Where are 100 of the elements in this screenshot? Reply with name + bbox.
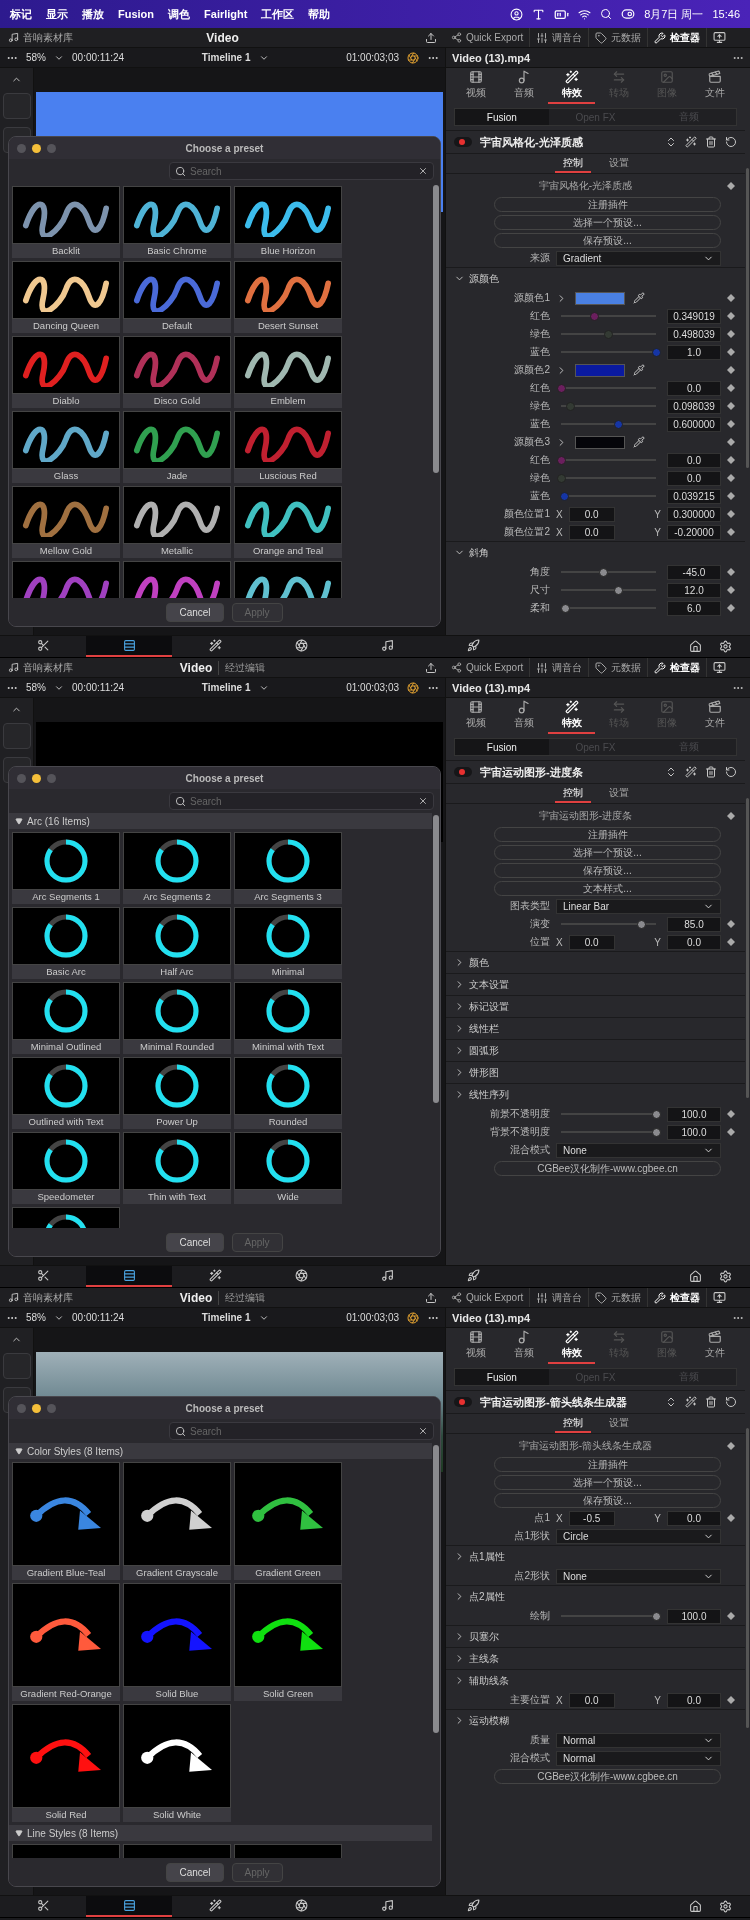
color-wheel-icon[interactable] [407, 51, 419, 64]
keyframe-icon[interactable] [727, 1612, 735, 1620]
section-header[interactable]: 点2属性 [446, 1585, 745, 1607]
section-header[interactable]: 线性栏 [446, 1017, 745, 1039]
action-button[interactable]: 选择一个预设... [494, 844, 721, 860]
section-header[interactable]: 斜角 [446, 541, 745, 563]
preset-thumbnail[interactable] [12, 186, 120, 244]
settings-icon[interactable] [718, 640, 732, 653]
toolbar-button[interactable]: 元数据 [589, 28, 649, 47]
value-field[interactable]: 0.039215 [667, 488, 721, 504]
inspector-tab[interactable]: 文件 [691, 68, 739, 104]
group-header[interactable]: Arc (16 Items) [9, 813, 432, 829]
reset-icon[interactable] [725, 766, 737, 778]
value-field[interactable]: 1.0 [667, 344, 721, 360]
menu-item[interactable]: Fairlight [204, 8, 248, 20]
control-tab[interactable]: 控制 [554, 1414, 591, 1433]
preset-thumbnail[interactable] [234, 982, 342, 1040]
dialog-button[interactable]: Cancel [166, 1232, 224, 1252]
preset-thumbnail[interactable] [12, 411, 120, 469]
menu-item[interactable]: 显示 [46, 6, 68, 22]
keyframe-icon[interactable] [727, 492, 735, 500]
dropdown[interactable]: Gradient [556, 250, 721, 266]
dropdown[interactable]: Circle [556, 1528, 721, 1544]
aperture-icon[interactable] [294, 1899, 308, 1912]
eyedropper-icon[interactable] [633, 292, 645, 304]
monitor-icon[interactable] [713, 31, 727, 44]
eyedropper-icon[interactable] [633, 364, 645, 376]
preset-thumbnail[interactable] [12, 486, 120, 544]
slider-thumb[interactable] [556, 383, 566, 393]
control-tab[interactable]: 设置 [600, 784, 637, 803]
menu-item[interactable]: 工作区 [261, 6, 295, 22]
scroll-bar[interactable] [746, 1428, 749, 1728]
rocket-icon[interactable] [466, 639, 480, 652]
inspector-tab[interactable]: 文件 [691, 698, 739, 734]
toolbar-button[interactable]: 调音台 [530, 658, 590, 677]
color-swatch[interactable] [575, 435, 625, 449]
keyframe-icon[interactable] [727, 528, 735, 536]
toolbar-button[interactable]: 检查器 [648, 28, 708, 47]
toolbar-button[interactable]: Quick Export [445, 658, 531, 677]
keyframe-icon[interactable] [727, 1110, 735, 1118]
menu-time[interactable]: 15:46 [712, 8, 740, 20]
search-icon[interactable] [600, 8, 613, 20]
preset-thumbnail[interactable] [123, 907, 231, 965]
menu-item[interactable]: Fusion [118, 8, 155, 20]
section-header[interactable]: 主线条 [446, 1647, 745, 1669]
preset-thumbnail[interactable] [234, 186, 342, 244]
settings-icon[interactable] [718, 1270, 732, 1283]
zoom-dropdown[interactable]: 58% [26, 682, 46, 693]
preset-thumbnail[interactable] [234, 907, 342, 965]
preset-thumbnail[interactable] [123, 1704, 231, 1808]
preset-thumbnail[interactable] [123, 186, 231, 244]
section-header[interactable]: 线性序列 [446, 1083, 745, 1105]
control-tab[interactable]: 设置 [600, 154, 637, 173]
slider-thumb[interactable] [651, 1109, 661, 1119]
section-header[interactable]: 辅助线条 [446, 1669, 745, 1691]
keyframe-icon[interactable] [727, 366, 735, 374]
preset-thumbnail[interactable] [123, 486, 231, 544]
preset-thumbnail[interactable] [123, 1057, 231, 1115]
music-icon[interactable] [380, 639, 394, 652]
dropdown[interactable]: Normal [556, 1750, 721, 1766]
inspector-tab[interactable]: 视频 [452, 698, 500, 734]
keyframe-icon[interactable] [727, 456, 735, 464]
keyframe-icon[interactable] [727, 1696, 735, 1704]
preset-thumbnail[interactable] [12, 1132, 120, 1190]
menu-item[interactable]: 标记 [10, 6, 32, 22]
color-wheel-icon[interactable] [407, 1311, 419, 1324]
settings-icon[interactable] [718, 1900, 732, 1913]
keyframe-icon[interactable] [727, 312, 735, 320]
toggle-switch[interactable] [454, 767, 472, 777]
value-field[interactable]: 100.0 [667, 1608, 721, 1624]
preset-thumbnail[interactable] [234, 261, 342, 319]
value-field[interactable]: 0.600000 [667, 416, 721, 432]
preset-thumbnail[interactable] [234, 1583, 342, 1687]
preset-thumbnail[interactable] [234, 411, 342, 469]
action-button[interactable]: 选择一个预设... [494, 1474, 721, 1490]
dropdown[interactable]: Linear Bar [556, 898, 721, 914]
value-field[interactable]: 100.0 [667, 1106, 721, 1122]
scroll-bar[interactable] [746, 168, 749, 468]
reset-icon[interactable] [725, 136, 737, 148]
rocket-icon[interactable] [466, 1899, 480, 1912]
magic-wand-icon[interactable] [685, 766, 697, 778]
dropdown[interactable]: Normal [556, 1732, 721, 1748]
scroll-bar[interactable] [746, 798, 749, 1098]
action-button[interactable]: 保存预设... [494, 1492, 721, 1508]
toolbar-button[interactable]: 检查器 [648, 658, 708, 677]
preset-thumbnail[interactable] [12, 1057, 120, 1115]
keyframe-icon[interactable] [727, 330, 735, 338]
control-tab[interactable]: 控制 [554, 154, 591, 173]
action-button[interactable]: 保存预设... [494, 232, 721, 248]
magic-wand-icon[interactable] [208, 1899, 222, 1912]
monitor-icon[interactable] [713, 661, 727, 674]
preset-thumbnail[interactable] [12, 907, 120, 965]
clear-icon[interactable] [418, 166, 428, 176]
slider-thumb[interactable] [604, 329, 613, 339]
value-field[interactable]: 0.0 [667, 380, 721, 396]
up-down-icon[interactable] [665, 136, 677, 148]
source-tab[interactable]: Fusion [455, 1369, 549, 1385]
inspector-tab[interactable]: 视频 [452, 68, 500, 104]
scissors-icon[interactable] [36, 1899, 50, 1912]
slider-thumb[interactable] [651, 1127, 661, 1137]
